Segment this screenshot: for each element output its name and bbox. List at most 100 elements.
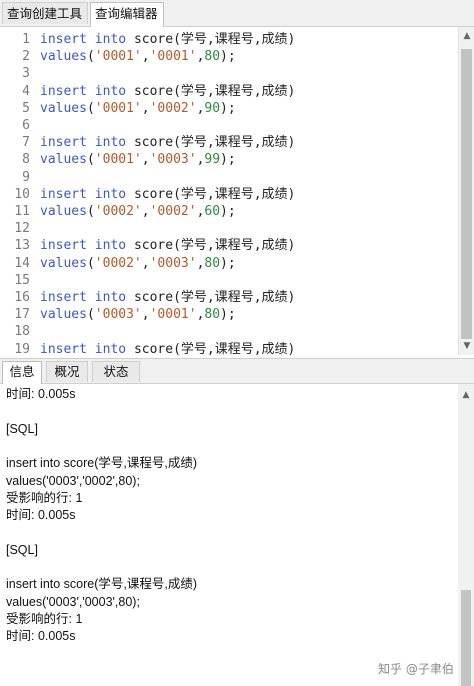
punct: (	[86, 307, 95, 323]
top-tab-bar: 查询创建工具 查询编辑器	[0, 0, 474, 27]
message-line: 时间: 0.005s	[6, 387, 76, 401]
keyword-values: values	[40, 204, 87, 219]
line-number: 16	[14, 290, 30, 305]
line-number: 5	[22, 100, 30, 116]
keyword-insert: insert	[40, 32, 87, 47]
line-number: 3	[22, 66, 30, 82]
code-line[interactable]: 17 values('0003','0001',80);	[0, 306, 236, 323]
message-line: 受影响的行: 1	[6, 611, 83, 626]
column-list: (学号,课程号,成绩)	[173, 290, 296, 305]
table-name: score	[133, 341, 174, 355]
scroll-up-icon[interactable]: ▲	[458, 388, 474, 402]
watermark: 知乎 @子聿伯	[378, 662, 454, 676]
line-number: 6	[22, 118, 30, 133]
code-line[interactable]: 6	[0, 117, 40, 134]
message-line: 受影响的行: 1	[6, 490, 83, 505]
line-number: 2	[22, 49, 30, 65]
column-list: (学号,课程号,成绩)	[173, 238, 296, 254]
result-tab-bar: 信息 概况 状态	[0, 358, 474, 384]
code-line[interactable]: 18	[0, 323, 40, 340]
code-line[interactable]: 3	[0, 65, 40, 82]
tab-query-editor[interactable]: 查询编辑器	[90, 2, 164, 27]
line-number: 18	[14, 324, 30, 340]
scroll-down-icon[interactable]: ▼	[459, 339, 474, 353]
line-number: 12	[14, 221, 30, 237]
table-name: score	[133, 83, 174, 99]
table-name: score	[133, 186, 174, 202]
keyword-into: into	[94, 341, 127, 355]
message-line: [SQL]	[6, 421, 38, 436]
keyword-insert: insert	[40, 238, 87, 254]
message-line: values('0003','0003',80);	[6, 594, 140, 609]
code-line[interactable]: 7 insert into score(学号,课程号,成绩)	[0, 134, 295, 151]
punct: ,	[141, 100, 150, 116]
column-list: (学号,课程号,成绩)	[173, 341, 296, 355]
punct: );	[220, 255, 236, 271]
line-number: 11	[14, 204, 30, 219]
code-line[interactable]: 2 values('0001','0001',80);	[0, 48, 236, 65]
sql-editor[interactable]: 1 insert into score(学号,课程号,成绩) 2 values('00…	[0, 27, 458, 355]
keyword-insert: insert	[40, 290, 87, 305]
code-line[interactable]: 1 insert into score(学号,课程号,成绩)	[0, 31, 295, 48]
code-line[interactable]: 19 insert into score(学号,课程号,成绩)	[0, 341, 295, 355]
line-number: 7	[22, 135, 30, 151]
keyword-values: values	[40, 100, 87, 116]
string-literal: '0001'	[94, 100, 142, 116]
string-literal: '0003'	[149, 255, 197, 271]
code-line[interactable]: 9	[0, 169, 40, 186]
string-literal: '0001'	[94, 49, 142, 65]
number-literal: 60	[204, 204, 221, 219]
code-line[interactable]: 13 insert into score(学号,课程号,成绩)	[0, 237, 295, 254]
message-line: insert into score(学号,课程号,成绩)	[6, 456, 198, 471]
line-number: 9	[22, 169, 30, 185]
number-literal: 80	[204, 255, 221, 271]
line-number: 14	[14, 255, 30, 271]
tab-overview[interactable]: 概况	[46, 361, 88, 382]
scroll-thumb[interactable]	[461, 590, 471, 686]
scroll-up-icon[interactable]: ▲	[459, 29, 474, 43]
punct: (	[86, 100, 95, 116]
keyword-values: values	[40, 307, 87, 323]
code-line[interactable]: 12	[0, 220, 40, 237]
code-line[interactable]: 5 values('0001','0002',90);	[0, 100, 236, 117]
line-number: 19	[14, 341, 30, 355]
punct: );	[220, 307, 236, 323]
punct: (	[86, 49, 95, 65]
code-line[interactable]: 8 values('0001','0003',99);	[0, 151, 236, 168]
punct: (	[86, 204, 95, 219]
string-literal: '0003'	[94, 307, 142, 323]
code-line[interactable]: 15	[0, 272, 40, 289]
tab-status[interactable]: 状态	[92, 361, 140, 382]
punct: (	[86, 152, 95, 168]
string-literal: '0001'	[149, 307, 197, 323]
code-line[interactable]: 10 insert into score(学号,课程号,成绩)	[0, 186, 295, 203]
string-literal: '0002'	[149, 204, 197, 219]
punct: (	[86, 255, 95, 271]
string-literal: '0003'	[149, 152, 197, 168]
message-scrollbar[interactable]: ▲	[458, 384, 474, 686]
keyword-values: values	[40, 49, 87, 65]
code-line[interactable]: 14 values('0002','0003',80);	[0, 255, 236, 272]
punct: );	[220, 49, 236, 65]
message-line: insert into score(学号,课程号,成绩)	[6, 577, 198, 592]
code-line[interactable]: 16 insert into score(学号,课程号,成绩)	[0, 289, 295, 306]
punct: );	[220, 152, 236, 168]
punct: ,	[141, 204, 150, 219]
scroll-thumb[interactable]	[461, 49, 472, 339]
string-literal: '0002'	[94, 255, 142, 271]
line-number: 1	[22, 32, 30, 47]
number-literal: 80	[204, 307, 221, 323]
message-line: 时间: 0.005s	[6, 629, 76, 644]
keyword-into: into	[94, 32, 127, 47]
tab-info[interactable]: 信息	[2, 361, 42, 384]
editor-scrollbar[interactable]: ▲ ▼	[458, 27, 474, 355]
table-name: score	[133, 238, 174, 254]
line-number: 8	[22, 152, 30, 168]
tab-query-builder[interactable]: 查询创建工具	[2, 2, 88, 24]
keyword-into: into	[94, 238, 127, 254]
code-line[interactable]: 11 values('0002','0002',60);	[0, 203, 235, 220]
code-line[interactable]: 4 insert into score(学号,课程号,成绩)	[0, 83, 295, 100]
string-literal: '0002'	[94, 204, 142, 219]
message-panel: 时间: 0.005s [SQL] insert into score(学号,课程号,…	[0, 384, 458, 686]
column-list: (学号,课程号,成绩)	[173, 135, 296, 151]
